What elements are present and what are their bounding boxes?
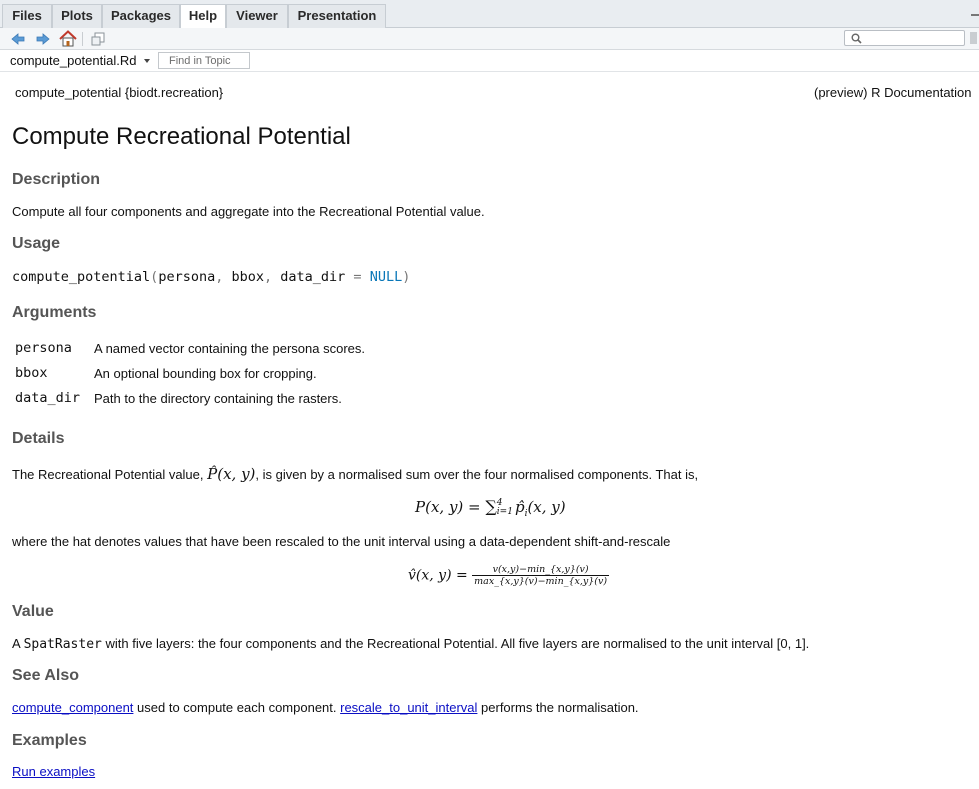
value-paragraph: A SpatRaster with five layers: the four … <box>12 636 809 652</box>
argument-name: data_dir <box>15 390 81 406</box>
print-icon[interactable] <box>90 31 106 47</box>
usage-arg-persona: persona <box>158 269 216 285</box>
value-text: A <box>12 636 24 651</box>
section-heading-see-also: See Also <box>12 667 79 684</box>
topic-dropdown[interactable]: compute_potential.Rd <box>10 53 136 68</box>
usage-code: compute_potential(persona, bbox, data_di… <box>12 269 410 285</box>
topic-bar: compute_potential.Rd <box>0 50 979 72</box>
value-code: SpatRaster <box>23 637 102 652</box>
math-args: (x, y) <box>527 498 566 516</box>
equation-rescale: v̂(x, y) = v(x,y)−min_{x,y}(v) max_{x,y}(… <box>408 564 610 587</box>
home-icon[interactable] <box>59 30 77 47</box>
math-inline-p-hat: P̂(x, y) <box>207 465 256 483</box>
help-search-input[interactable] <box>844 30 965 46</box>
toolbar-divider <box>82 32 83 46</box>
link-rescale-to-unit-interval[interactable]: rescale_to_unit_interval <box>340 700 477 715</box>
math-numerator: v(x,y)−min_{x,y}(v) <box>472 564 610 576</box>
tab-help[interactable]: Help <box>180 4 226 29</box>
section-heading-examples: Examples <box>12 732 87 749</box>
find-in-topic-input[interactable] <box>158 52 250 69</box>
argument-description: A named vector containing the persona sc… <box>94 341 365 356</box>
math-fraction: v(x,y)−min_{x,y}(v) max_{x,y}(v)−min_{x,y… <box>472 564 610 587</box>
search-icon <box>851 33 862 44</box>
math-denominator: max_{x,y}(v)−min_{x,y}(v) <box>474 576 608 587</box>
help-toolbar <box>0 28 979 50</box>
forward-arrow-icon[interactable] <box>35 31 51 47</box>
argument-name: persona <box>15 340 72 356</box>
tab-plots[interactable]: Plots <box>52 4 102 28</box>
usage-comma: , <box>215 269 232 285</box>
usage-comma: , <box>264 269 281 285</box>
doc-header-right: (preview) R Documentation <box>814 85 972 100</box>
argument-description: An optional bounding box for cropping. <box>94 366 317 381</box>
details-text-rescale: where the hat denotes values that have b… <box>12 534 671 549</box>
usage-arg-data-dir: data_dir <box>280 269 346 285</box>
run-examples-link[interactable]: Run examples <box>12 764 95 779</box>
math-p-hat: p̂ <box>514 498 525 516</box>
details-text: , is given by a normalised sum over the … <box>255 467 699 482</box>
minimize-pane-button[interactable] <box>971 14 979 19</box>
math-sum-lower: i=1 <box>496 507 513 517</box>
argument-name: bbox <box>15 365 48 381</box>
math-sum-symbol: ∑ <box>485 497 497 516</box>
usage-close-paren: ) <box>402 269 411 285</box>
tab-files[interactable]: Files <box>2 4 52 28</box>
details-text: The Recreational Potential value, <box>12 467 208 482</box>
link-compute-component[interactable]: compute_component <box>12 700 133 715</box>
chevron-down-icon[interactable] <box>144 59 150 63</box>
argument-description: Path to the directory containing the ras… <box>94 391 342 406</box>
equation-potential-sum: P(x, y) = ∑ 4 i=1 p̂i(x, y) <box>415 497 566 519</box>
search-clear-button[interactable] <box>970 32 977 44</box>
math-lhs: v̂(x, y) = <box>408 567 473 584</box>
usage-default-null: NULL <box>369 269 403 285</box>
details-paragraph: The Recreational Potential value, P̂(x, … <box>12 465 698 483</box>
section-heading-arguments: Arguments <box>12 304 97 321</box>
back-arrow-icon[interactable] <box>10 31 26 47</box>
section-heading-value: Value <box>12 603 54 620</box>
see-also-paragraph: compute_component used to compute each c… <box>12 700 639 715</box>
section-heading-usage: Usage <box>12 235 61 252</box>
pane-tab-bar: Files Plots Packages Help Viewer Present… <box>0 0 979 29</box>
help-document: compute_potential {biodt.recreation} (pr… <box>0 72 979 789</box>
section-heading-description: Description <box>12 171 101 188</box>
tab-packages[interactable]: Packages <box>102 4 180 28</box>
tab-viewer[interactable]: Viewer <box>226 4 288 28</box>
math-lhs: P(x, y) = <box>415 498 486 516</box>
page-title: Compute Recreational Potential <box>12 123 351 150</box>
description-text: Compute all four components and aggregat… <box>12 204 485 219</box>
see-also-text: used to compute each component. <box>133 700 341 715</box>
value-text: with five layers: the four components an… <box>101 636 810 651</box>
usage-function-name: compute_potential <box>12 269 151 285</box>
doc-header-left: compute_potential {biodt.recreation} <box>15 85 224 100</box>
section-heading-details: Details <box>12 430 65 447</box>
usage-arg-bbox: bbox <box>231 269 264 285</box>
tab-presentation[interactable]: Presentation <box>288 4 386 28</box>
usage-equals: = <box>345 269 370 285</box>
see-also-text: performs the normalisation. <box>477 700 639 715</box>
